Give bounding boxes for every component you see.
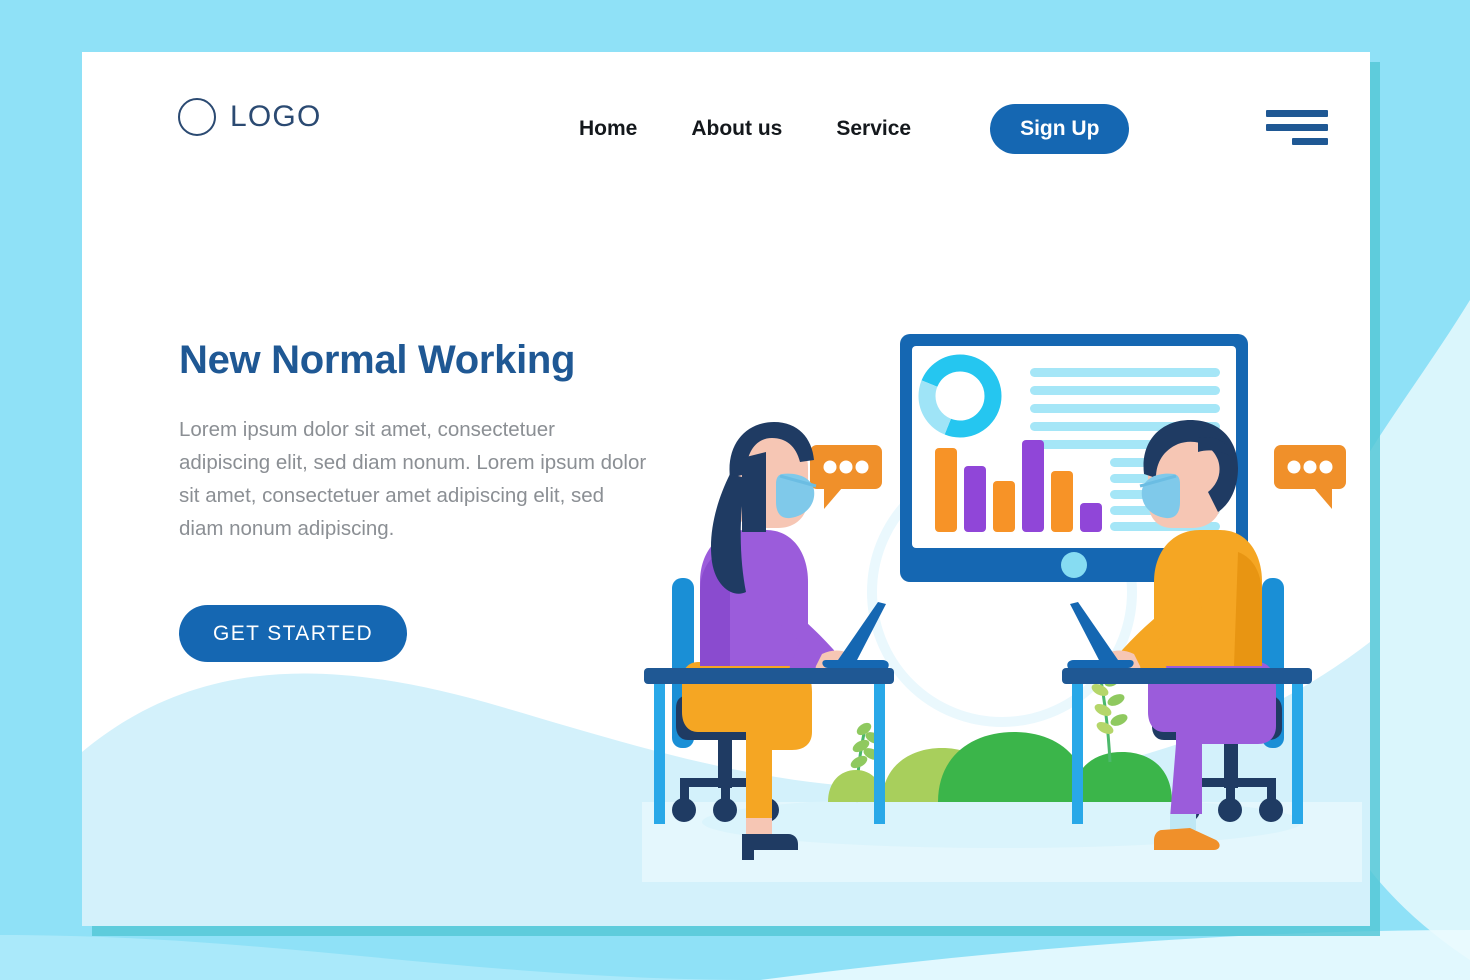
- hero-description: Lorem ipsum dolor sit amet, consectetuer…: [179, 418, 647, 540]
- landing-page-card: LOGO Home About us Service Sign Up New N…: [82, 52, 1370, 926]
- get-started-button[interactable]: GET STARTED: [179, 605, 408, 662]
- hamburger-menu-icon[interactable]: [1266, 110, 1328, 154]
- plant-sprig-right: [1091, 673, 1128, 763]
- logo-text: LOGO: [230, 100, 322, 133]
- hamburger-bar-3: [1292, 138, 1328, 145]
- hero-section: New Normal Working Lorem ipsum dolor sit…: [179, 337, 679, 662]
- sign-up-button[interactable]: Sign Up: [990, 104, 1130, 154]
- page-title: New Normal Working: [179, 338, 576, 382]
- hamburger-bar-1: [1266, 110, 1328, 117]
- speech-bubble-left: [810, 445, 882, 509]
- logo-circle-icon: [178, 98, 216, 136]
- hamburger-bar-2: [1266, 124, 1328, 131]
- main-navigation: Home About us Service Sign Up: [552, 104, 1130, 154]
- nav-link-about-us[interactable]: About us: [664, 105, 809, 153]
- site-header: LOGO Home About us Service Sign Up: [82, 52, 1370, 202]
- nav-link-service[interactable]: Service: [809, 105, 938, 153]
- hero-illustration: [642, 262, 1362, 882]
- logo[interactable]: LOGO: [178, 98, 322, 136]
- nav-link-home[interactable]: Home: [552, 105, 664, 153]
- speech-bubble-right: [1274, 445, 1346, 509]
